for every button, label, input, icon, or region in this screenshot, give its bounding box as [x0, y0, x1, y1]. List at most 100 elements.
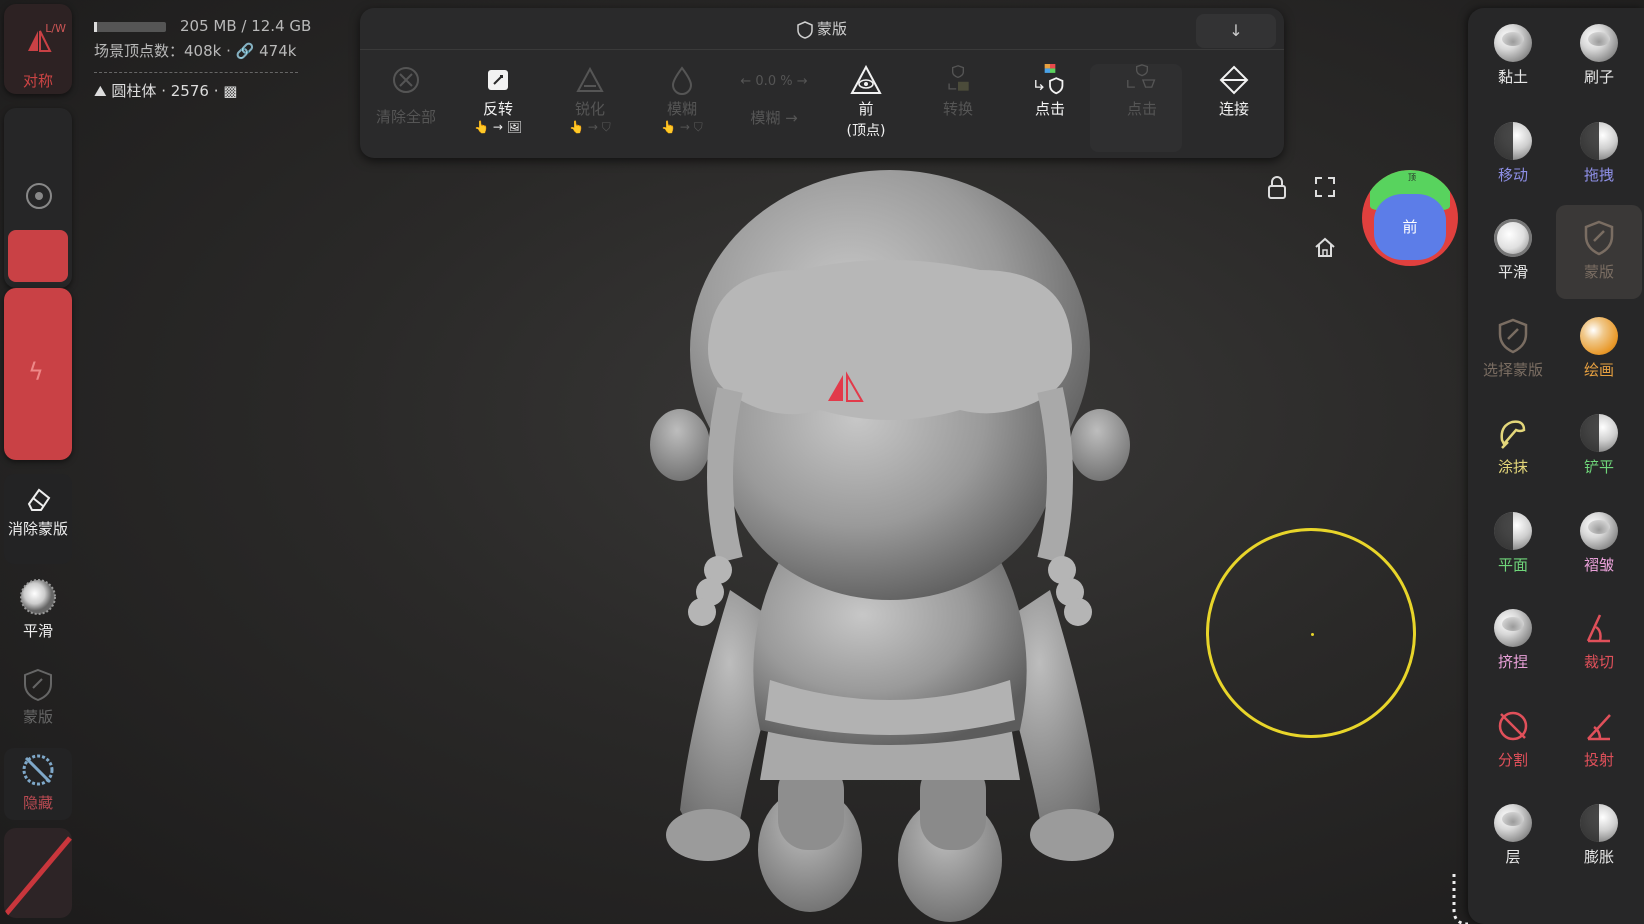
object-row[interactable]: ⛰ 圆柱体 · 2576 · ▩ — [94, 79, 311, 104]
hide-tool-button[interactable]: 隐藏 — [4, 748, 72, 820]
project-icon — [1587, 713, 1611, 740]
mask-toolbar: 蒙版 ↓ 清除全部 反转 👆 → 🖼 锐化 👆 → ⛉ 模糊 👆 → ⛉ ← 0… — [360, 8, 1284, 158]
symmetry-label: 对称 — [22, 72, 53, 90]
click-color-button[interactable]: 点击 — [1004, 64, 1096, 119]
click-mask-button[interactable]: 点击 — [1096, 64, 1188, 119]
panel-scroll-indicator[interactable] — [1448, 870, 1488, 924]
tool-inflate[interactable]: 膨胀 — [1556, 790, 1642, 884]
move-icon — [1494, 121, 1532, 160]
intensity-slider[interactable]: ϟ — [4, 288, 72, 460]
blur-sub: 👆 → ⛉ — [661, 120, 703, 134]
hide-icon — [22, 754, 54, 786]
convert-icon — [948, 65, 969, 91]
convert-label: 转换 — [942, 100, 973, 118]
arrow-down-icon: ↓ — [1229, 21, 1243, 40]
tool-select-mask[interactable]: 选择蒙版 — [1470, 303, 1556, 397]
info-divider — [94, 72, 298, 73]
mask-icon — [1584, 220, 1614, 256]
shield-icon — [797, 20, 813, 39]
mask-tool-button[interactable]: 蒙版 — [4, 664, 72, 746]
tool-label: 分割 — [1497, 750, 1528, 769]
front-vertex-label: 前 — [858, 100, 874, 118]
symmetry-button[interactable]: L/W 对称 — [4, 4, 72, 94]
tool-move[interactable]: 移动 — [1470, 108, 1556, 202]
crease-icon — [1580, 511, 1618, 550]
tool-panel: 黏土 刷子 移动 拖拽平滑 蒙版选择蒙版 绘画涂抹 铲平平面 褶皱挤捏 裁切分割 投射层 膨胀 — [1468, 8, 1644, 924]
radius-slider-fill — [8, 230, 68, 282]
tool-split[interactable]: 分割 — [1470, 693, 1556, 787]
click-mask-icon — [1127, 64, 1156, 88]
sharpen-label: 锐化 — [574, 100, 605, 118]
tool-label: 挤捏 — [1497, 653, 1528, 671]
sculpt-model[interactable] — [640, 160, 1140, 924]
clear-all-button[interactable]: 清除全部 — [360, 64, 452, 127]
tool-smudge[interactable]: 涂抹 — [1470, 400, 1556, 494]
tool-label: 选择蒙版 — [1482, 360, 1543, 379]
invert-sub: 👆 → 🖼 — [474, 120, 522, 134]
eraser-icon — [27, 488, 51, 511]
tool-pinch[interactable]: 挤捏 — [1470, 595, 1556, 689]
tool-smooth[interactable]: 平滑 — [1470, 205, 1556, 299]
tool-label: 平滑 — [1497, 263, 1528, 281]
blur-amount-control[interactable]: ← 0.0 % → 模糊 → — [728, 64, 820, 128]
clear-all-icon — [393, 67, 419, 93]
memory-text: 205 MB / 12.4 GB — [180, 17, 312, 35]
inflate-icon — [1580, 804, 1618, 842]
tool-trim[interactable]: 裁切 — [1556, 595, 1642, 689]
convert-button[interactable]: 转换 — [912, 64, 1004, 119]
home-button[interactable] — [1314, 236, 1336, 262]
blur-button[interactable]: 模糊 👆 → ⛉ — [636, 64, 728, 135]
front-vertex-icon — [850, 64, 882, 94]
layer-icon — [1494, 804, 1532, 842]
invert-button[interactable]: 反转 👆 → 🖼 — [452, 64, 544, 134]
smooth-label: 平滑 — [22, 622, 53, 640]
tool-label: 黏土 — [1497, 68, 1528, 86]
tool-flatten[interactable]: 铲平 — [1556, 400, 1642, 494]
plane-icon — [1494, 511, 1532, 550]
tool-label: 拖拽 — [1583, 165, 1614, 184]
collapse-button[interactable]: ↓ — [1196, 14, 1276, 48]
tool-plane[interactable]: 平面 — [1470, 498, 1556, 592]
tool-paint[interactable]: 绘画 — [1556, 303, 1642, 397]
tool-label: 投射 — [1583, 750, 1614, 769]
erase-mask-button[interactable]: 消除蒙版 — [4, 474, 72, 564]
tool-clay[interactable]: 黏土 — [1470, 10, 1556, 104]
mesh-icon: ⛰ — [94, 82, 107, 100]
tool-label: 绘画 — [1583, 360, 1614, 379]
link-icon: 🔗 — [235, 42, 255, 60]
tool-brush[interactable]: 刷子 — [1556, 10, 1642, 104]
front-vertex-sub: (顶点) — [846, 123, 886, 139]
tool-project[interactable]: 投射 — [1556, 693, 1642, 787]
smooth-tool-button[interactable]: 平滑 — [4, 572, 72, 660]
left-toolbar: L/W 对称 ϟ 消除蒙版 平滑 蒙版 隐藏 — [0, 0, 74, 924]
mask-toolbar-title: 蒙版 — [360, 8, 1284, 50]
bolt-icon: ϟ — [28, 358, 44, 386]
smudge-icon — [1500, 420, 1526, 449]
tool-label: 层 — [1505, 848, 1521, 866]
gizmo-front-face[interactable]: 前 — [1374, 194, 1446, 260]
mask-label: 蒙版 — [22, 708, 53, 726]
tool-crease[interactable]: 褶皱 — [1556, 498, 1642, 592]
radius-dot-icon — [26, 183, 52, 209]
color-swatch-button[interactable] — [4, 828, 72, 918]
lock-button[interactable] — [1266, 176, 1288, 204]
tool-drag[interactable]: 拖拽 — [1556, 108, 1642, 202]
click-color-icon — [1035, 64, 1064, 95]
front-vertex-button[interactable]: 前 (顶点) — [820, 64, 912, 140]
fullscreen-icon — [1315, 177, 1335, 197]
sharpen-button[interactable]: 锐化 👆 → ⛉ — [544, 64, 636, 135]
radius-slider[interactable] — [4, 108, 72, 288]
tool-mask[interactable]: 蒙版 — [1556, 205, 1642, 299]
invert-label: 反转 — [482, 100, 513, 118]
object-count: 2576 — [170, 82, 209, 100]
clear-all-label: 清除全部 — [375, 108, 436, 126]
tool-label: 平面 — [1497, 555, 1528, 574]
connect-label: 连接 — [1218, 100, 1249, 118]
connect-button[interactable]: 连接 — [1188, 64, 1280, 119]
fullscreen-button[interactable] — [1314, 176, 1336, 202]
tool-label: 褶皱 — [1583, 555, 1614, 574]
view-cube-gizmo[interactable]: 顶 前 — [1362, 170, 1458, 266]
smooth-ball-icon — [20, 579, 56, 615]
pinch-icon — [1494, 609, 1532, 647]
select-mask-icon — [1498, 318, 1528, 353]
